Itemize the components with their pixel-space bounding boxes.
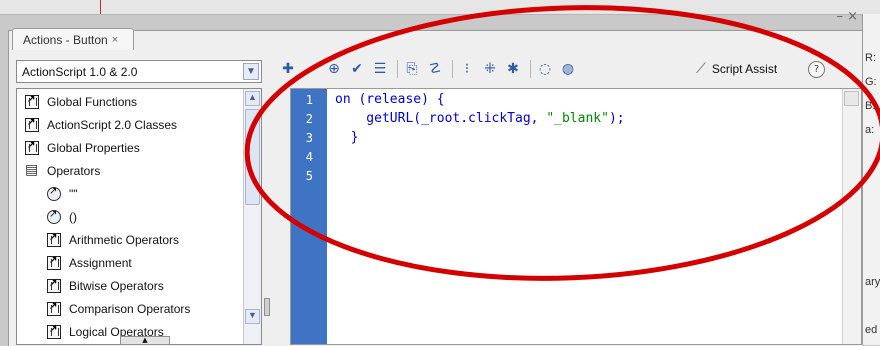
auto-format-icon[interactable]: ☰ bbox=[370, 59, 390, 79]
debug-options-icon[interactable]: ☡ bbox=[425, 59, 445, 79]
check-syntax-icon[interactable]: ✔ bbox=[347, 59, 367, 79]
strip-label: ed bbox=[865, 324, 878, 336]
tree-item-label: Bitwise Operators bbox=[69, 279, 164, 293]
tree-item-label: () bbox=[69, 210, 77, 224]
open-book-icon bbox=[25, 161, 39, 178]
strip-label: R: bbox=[865, 52, 876, 64]
window-controls[interactable]: – × bbox=[836, 9, 858, 24]
toolbox-scrollbar[interactable]: ▲ ▼ bbox=[243, 89, 261, 344]
strip-label: ary bbox=[865, 276, 880, 288]
line-number: 4 bbox=[305, 150, 313, 164]
target-path-icon[interactable]: ⊕ bbox=[324, 59, 344, 79]
actions-toolbar: ✚ ⌕ ⊕ ✔ ☰ ⎘ ☡ ⁝ ⁜ ✱ ◌ ◍ ⟋ Script Assist … bbox=[278, 55, 862, 83]
tree-item-operators[interactable]: Operators bbox=[25, 160, 100, 182]
script-assist-label: Script Assist bbox=[711, 61, 778, 76]
book-icon bbox=[47, 301, 61, 316]
book-icon bbox=[25, 117, 39, 132]
magic-wand-icon: ⟋ bbox=[696, 60, 706, 76]
tree-item-label: Comparison Operators bbox=[69, 302, 191, 316]
collapse-braces-icon[interactable]: ⁝ bbox=[457, 59, 477, 79]
right-properties-strip: R: G: B: a: ary ed bbox=[862, 14, 880, 345]
code-text: on (release) { bbox=[335, 92, 445, 107]
book-icon bbox=[25, 140, 39, 155]
tree-item-bitwise[interactable]: Bitwise Operators bbox=[47, 275, 164, 297]
scroll-down-icon[interactable]: ▼ bbox=[245, 309, 260, 324]
tab-close-icon[interactable]: × bbox=[112, 34, 118, 46]
code-text: } bbox=[335, 130, 359, 145]
scroll-thumb[interactable] bbox=[245, 109, 260, 205]
help-icon[interactable]: ? bbox=[808, 61, 825, 78]
add-item-icon[interactable]: ✚ bbox=[278, 59, 298, 79]
apply-line-comment-icon[interactable]: ◍ bbox=[558, 59, 578, 79]
script-editor[interactable]: 1 2 3 4 5 on (release) { getURL(_root.cl… bbox=[290, 88, 862, 345]
divider bbox=[397, 60, 398, 78]
tree-item-comparison[interactable]: Comparison Operators bbox=[47, 298, 190, 320]
tree-item-global-properties[interactable]: Global Properties bbox=[25, 137, 140, 159]
code-hint-icon[interactable]: ⎘ bbox=[402, 59, 422, 79]
strip-label: B: bbox=[865, 100, 876, 112]
chevron-down-icon[interactable]: ▼ bbox=[243, 63, 259, 80]
code-line[interactable]: } bbox=[335, 130, 359, 145]
line-number: 1 bbox=[305, 93, 313, 107]
line-number: 3 bbox=[305, 131, 313, 145]
code-text: ); bbox=[608, 111, 625, 126]
editor-scrollbar[interactable] bbox=[842, 89, 861, 344]
strip-label: a: bbox=[865, 124, 875, 136]
top-strip bbox=[0, 0, 880, 15]
tree-item-arithmetic[interactable]: Arithmetic Operators bbox=[47, 229, 179, 251]
tree-item-quotes[interactable]: "" bbox=[47, 183, 78, 205]
tree-item-global-functions[interactable]: Global Functions bbox=[25, 91, 137, 113]
tree-item-label: Operators bbox=[47, 164, 101, 178]
code-line[interactable]: on (release) { bbox=[335, 92, 445, 107]
book-icon bbox=[47, 278, 61, 293]
divider bbox=[452, 60, 453, 78]
tree-item-label: Arithmetic Operators bbox=[69, 233, 180, 247]
book-icon bbox=[25, 94, 39, 109]
tree-item-assignment[interactable]: Assignment bbox=[47, 252, 132, 274]
tree-item-label: Global Properties bbox=[47, 141, 140, 155]
code-text: getURL(_root.clickTag, bbox=[335, 111, 547, 126]
tree-item-label: Global Functions bbox=[47, 95, 138, 109]
book-icon bbox=[47, 255, 61, 270]
tree-item-parens[interactable]: () bbox=[47, 206, 77, 228]
language-dropdown[interactable]: ActionScript 1.0 & 2.0 ▼ bbox=[16, 60, 262, 83]
tab-label: Actions - Button bbox=[23, 32, 108, 47]
line-number: 2 bbox=[305, 112, 313, 126]
actions-toolbox: Global Functions ActionScript 2.0 Classe… bbox=[16, 88, 262, 345]
scroll-up-icon[interactable]: ▲ bbox=[245, 91, 260, 106]
tree-item-as2-classes[interactable]: ActionScript 2.0 Classes bbox=[25, 114, 177, 136]
divider bbox=[100, 0, 101, 14]
tree-item-label: "" bbox=[69, 187, 78, 201]
strip-label: G: bbox=[865, 76, 877, 88]
line-number: 5 bbox=[305, 169, 313, 183]
collapse-selection-icon[interactable]: ⁜ bbox=[480, 59, 500, 79]
tree-item-label: Assignment bbox=[69, 256, 132, 270]
book-icon bbox=[47, 324, 61, 339]
tab-actions-button[interactable]: Actions - Button × bbox=[12, 28, 134, 50]
operator-icon bbox=[47, 186, 61, 201]
find-icon[interactable]: ⌕ bbox=[301, 59, 321, 79]
language-dropdown-value: ActionScript 1.0 & 2.0 bbox=[22, 64, 138, 79]
code-line[interactable]: getURL(_root.clickTag, "_blank"); bbox=[335, 111, 625, 126]
splitter-handle[interactable] bbox=[264, 298, 270, 316]
scroll-up-icon[interactable] bbox=[844, 91, 859, 106]
operator-icon bbox=[47, 209, 61, 224]
book-icon bbox=[47, 232, 61, 247]
divider bbox=[530, 60, 531, 78]
script-assist-button[interactable]: ⟋ Script Assist bbox=[696, 60, 777, 77]
apply-block-comment-icon[interactable]: ◌ bbox=[535, 59, 555, 79]
expand-all-icon[interactable]: ✱ bbox=[503, 59, 523, 79]
line-number-gutter: 1 2 3 4 5 bbox=[291, 89, 327, 344]
collapse-toolbox-button[interactable]: ▲ bbox=[120, 336, 170, 345]
tree-item-label: ActionScript 2.0 Classes bbox=[47, 118, 178, 132]
code-string: "_blank" bbox=[546, 111, 609, 126]
